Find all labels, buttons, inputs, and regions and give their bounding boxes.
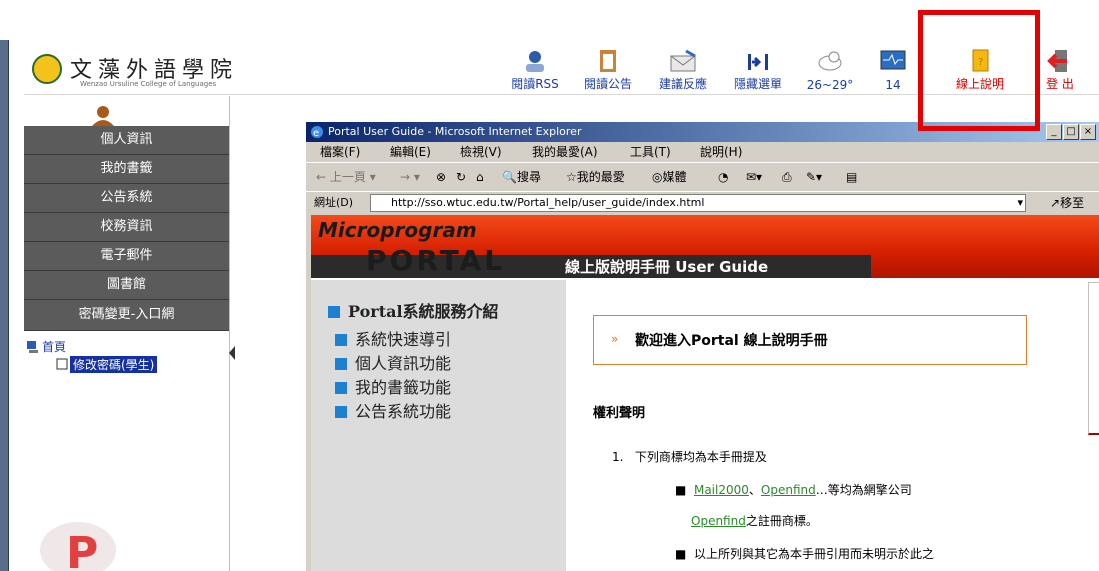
- help-highlight-box: [918, 10, 1040, 131]
- banner-subtitle: 線上版說明手冊 User Guide: [565, 258, 769, 276]
- menu-help[interactable]: 說明(H): [700, 142, 742, 162]
- hide-menu-icon: [748, 54, 768, 70]
- double-arrow-icon: »: [611, 332, 619, 346]
- nav-portal-intro[interactable]: Portal系統服務介紹: [328, 298, 499, 322]
- weather-cloud-icon: [818, 51, 842, 71]
- ie-title-text: Portal User Guide - Microsoft Internet E…: [328, 125, 582, 138]
- rss-person-icon: [526, 51, 544, 72]
- home-icon[interactable]: ⌂: [476, 163, 484, 191]
- logout-arrow-icon: [1047, 50, 1067, 72]
- menu-favorites[interactable]: 我的最愛(A): [532, 142, 598, 162]
- ie-menubar: 檔案(F) 編輯(E) 檢視(V) 我的最愛(A) 工具(T) 說明(H): [306, 142, 1099, 162]
- school-name-en: Wenzao Ursuline College of Languages: [80, 80, 217, 88]
- rights-heading: 權利聲明: [593, 406, 646, 421]
- ie-toolbar: ← 上一頁 ▾ → ▾ ⊗ ↻ ⌂ 🔍搜尋 ☆我的最愛 ◎媒體 ◔ ✉▾ ⎙ ✎…: [306, 162, 1099, 191]
- list-item-continued: Openfind之註冊商標。: [691, 514, 818, 528]
- menu-tools[interactable]: 工具(T): [630, 142, 671, 162]
- address-text: http://sso.wtuc.edu.tw/Portal_help/user_…: [391, 196, 705, 209]
- menu-edit[interactable]: 編輯(E): [390, 142, 431, 162]
- list-item: ■ 以上所列與其它為本手冊引用而未明示於此之: [675, 547, 934, 561]
- nav-personal-info[interactable]: 個人資訊功能: [335, 350, 451, 374]
- nav-announcements[interactable]: 公告系統功能: [335, 398, 451, 422]
- mail-icon[interactable]: ✉▾: [746, 163, 762, 191]
- computer-icon: [27, 341, 38, 353]
- feedback-button[interactable]: 建議反應: [645, 44, 721, 94]
- tree-change-password[interactable]: 修改密碼(學生): [70, 356, 158, 373]
- print-icon[interactable]: ⎙: [782, 163, 792, 191]
- monitor-icon: [880, 50, 906, 70]
- maximize-button[interactable]: □: [1063, 124, 1079, 140]
- tree-home[interactable]: 首頁: [42, 338, 66, 355]
- book-icon: [335, 382, 347, 394]
- menu-announcements[interactable]: 公告系統: [24, 184, 229, 213]
- close-button[interactable]: ×: [1080, 124, 1096, 140]
- banner-portal: PORTAL: [366, 244, 506, 277]
- envelope-icon: [670, 49, 696, 72]
- clipboard-icon: [600, 50, 616, 72]
- discuss-icon[interactable]: ▤: [846, 163, 857, 191]
- menu-library[interactable]: 圖書館: [24, 271, 229, 300]
- minimize-button[interactable]: _: [1046, 124, 1062, 140]
- menu-view[interactable]: 檢視(V): [460, 142, 502, 162]
- svg-text:P: P: [66, 528, 98, 571]
- address-label: 網址(D): [314, 196, 354, 209]
- forward-button[interactable]: → ▾: [400, 163, 420, 191]
- book-icon: [335, 406, 347, 418]
- collapse-arrow-icon[interactable]: [229, 346, 235, 360]
- menu-school-affairs[interactable]: 校務資訊: [24, 213, 229, 242]
- search-button[interactable]: 🔍搜尋: [502, 163, 541, 191]
- read-announcement-button[interactable]: 閱讀公告: [570, 44, 646, 94]
- address-dropdown-icon[interactable]: ▾: [1017, 195, 1023, 211]
- openfind-link[interactable]: Openfind: [761, 483, 816, 497]
- favorites-button[interactable]: ☆我的最愛: [566, 163, 625, 191]
- window-edge: [0, 40, 9, 571]
- portal-logo-icon: P: [40, 522, 116, 571]
- menu-email[interactable]: 電子郵件: [24, 242, 229, 271]
- refresh-icon[interactable]: ↻: [456, 163, 466, 191]
- guide-nav: [311, 280, 566, 571]
- hide-menu-button[interactable]: 隱藏選單: [720, 44, 796, 94]
- document-icon: [56, 358, 68, 370]
- ie-logo-icon: e: [311, 126, 323, 139]
- nav-bookmarks[interactable]: 我的書籤功能: [335, 374, 451, 398]
- book-icon: [335, 334, 347, 346]
- menu-personal-info[interactable]: 個人資訊: [24, 126, 229, 155]
- address-input[interactable]: http://sso.wtuc.edu.tw/Portal_help/user_…: [370, 194, 1026, 212]
- menu-password-change[interactable]: 密碼變更-入口網: [24, 300, 229, 331]
- nav-quick-guide[interactable]: 系統快速導引: [335, 326, 451, 350]
- go-button[interactable]: ↗移至: [1050, 194, 1084, 211]
- svg-text:e: e: [313, 128, 319, 139]
- banner-brand: Microprogram: [318, 218, 477, 242]
- folder-icon: [328, 306, 340, 318]
- system-monitor-button[interactable]: 14: [868, 44, 918, 94]
- menu-file[interactable]: 檔案(F): [320, 142, 360, 162]
- weather-widget[interactable]: 26~29°: [795, 44, 865, 94]
- menu-bookmarks[interactable]: 我的書籤: [24, 155, 229, 184]
- list-item: 1. 下列商標均為本手冊提及: [612, 450, 767, 464]
- read-rss-button[interactable]: 閱讀RSS: [497, 44, 573, 94]
- openfind-link[interactable]: Openfind: [691, 514, 746, 528]
- book-icon: [335, 358, 347, 370]
- user-avatar-icon: [92, 106, 114, 126]
- media-button[interactable]: ◎媒體: [652, 163, 687, 191]
- edit-icon[interactable]: ✎▾: [806, 163, 822, 191]
- back-button[interactable]: ← 上一頁 ▾: [316, 163, 376, 191]
- mail2000-link[interactable]: Mail2000: [694, 483, 749, 497]
- list-item: ■ Mail2000、Openfind…等均為網擎公司: [675, 483, 912, 497]
- history-icon[interactable]: ◔: [718, 163, 728, 191]
- side-frame: [1088, 282, 1099, 435]
- welcome-heading: 歡迎進入Portal 線上說明手冊: [635, 333, 828, 349]
- stop-icon[interactable]: ⊗: [436, 163, 446, 191]
- school-seal-icon: [32, 54, 62, 84]
